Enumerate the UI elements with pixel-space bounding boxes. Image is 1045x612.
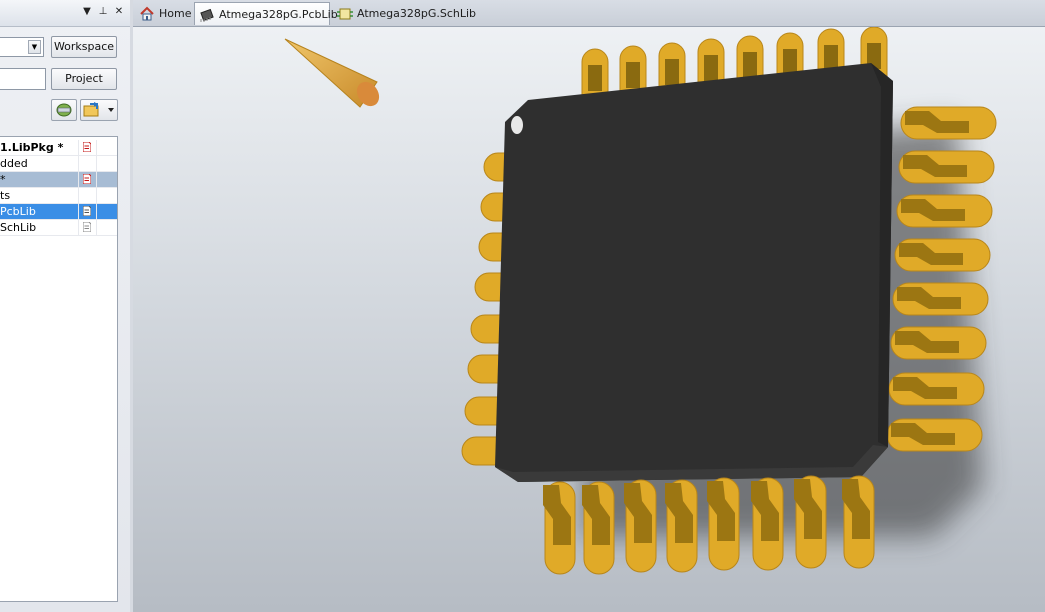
tree-row[interactable]: SchLib bbox=[0, 220, 117, 236]
tab-pcblib[interactable]: Atmega328pG.PcbLib bbox=[194, 2, 338, 25]
workspace-button[interactable]: Workspace bbox=[51, 36, 117, 58]
origin-marker bbox=[284, 38, 380, 108]
home-icon bbox=[140, 6, 154, 21]
schematic-icon bbox=[337, 8, 353, 20]
panel-menu-button[interactable]: ▼ bbox=[80, 5, 94, 19]
project-button[interactable]: Project bbox=[51, 68, 117, 90]
tab-label: Atmega328pG.PcbLib bbox=[219, 8, 338, 21]
doc-modified-icon bbox=[78, 172, 97, 187]
tree-row-label: SchLib bbox=[0, 221, 37, 234]
project-tree: 1.LibPkg * dded * ts PcbLib SchLib bbox=[0, 136, 118, 602]
tree-row-label: ts bbox=[0, 189, 11, 202]
tree-row[interactable]: PcbLib bbox=[0, 204, 117, 220]
tree-row-label: 1.LibPkg * bbox=[0, 141, 64, 154]
tree-row[interactable]: dded bbox=[0, 156, 117, 172]
compile-button[interactable] bbox=[51, 99, 77, 121]
tree-row[interactable]: ts bbox=[0, 188, 117, 204]
tree-row-label: PcbLib bbox=[0, 205, 36, 218]
tab-label: Home bbox=[159, 7, 192, 20]
panel-close-button[interactable]: ✕ bbox=[112, 5, 126, 19]
doc-modified-icon bbox=[78, 140, 97, 155]
tab-label: Atmega328pG.SchLib bbox=[357, 7, 477, 20]
tree-row[interactable]: 1.LibPkg * bbox=[0, 140, 117, 156]
projects-panel: ▼ ⊥ ✕ ▼ Workspace Project 1.LibPkg * dde… bbox=[0, 0, 131, 612]
chevron-down-icon[interactable]: ▼ bbox=[28, 40, 41, 54]
workspace-select[interactable]: ▼ bbox=[0, 37, 44, 57]
tab-home[interactable]: Home bbox=[135, 2, 193, 25]
doc-icon bbox=[78, 204, 97, 219]
pcb-chip-icon bbox=[200, 8, 214, 22]
panel-header: ▼ ⊥ ✕ bbox=[0, 0, 130, 27]
doc-icon bbox=[78, 220, 97, 235]
tree-row-label: * bbox=[0, 173, 6, 186]
tab-schlib[interactable]: Atmega328pG.SchLib bbox=[333, 2, 476, 25]
3d-viewport[interactable] bbox=[133, 27, 1045, 612]
tree-row[interactable]: * bbox=[0, 172, 117, 188]
chip-body bbox=[495, 63, 893, 482]
project-field[interactable] bbox=[0, 68, 46, 90]
tree-row-label: dded bbox=[0, 157, 28, 170]
open-folder-button[interactable] bbox=[80, 99, 118, 121]
folder-arrow-icon bbox=[83, 102, 114, 117]
chip-3d-model bbox=[284, 27, 997, 575]
document-tab-bar: Home Atmega328pG.PcbLib Atmega328pG.SchL… bbox=[133, 0, 1045, 27]
panel-pin-button[interactable]: ⊥ bbox=[96, 5, 110, 19]
compile-icon bbox=[56, 103, 72, 117]
